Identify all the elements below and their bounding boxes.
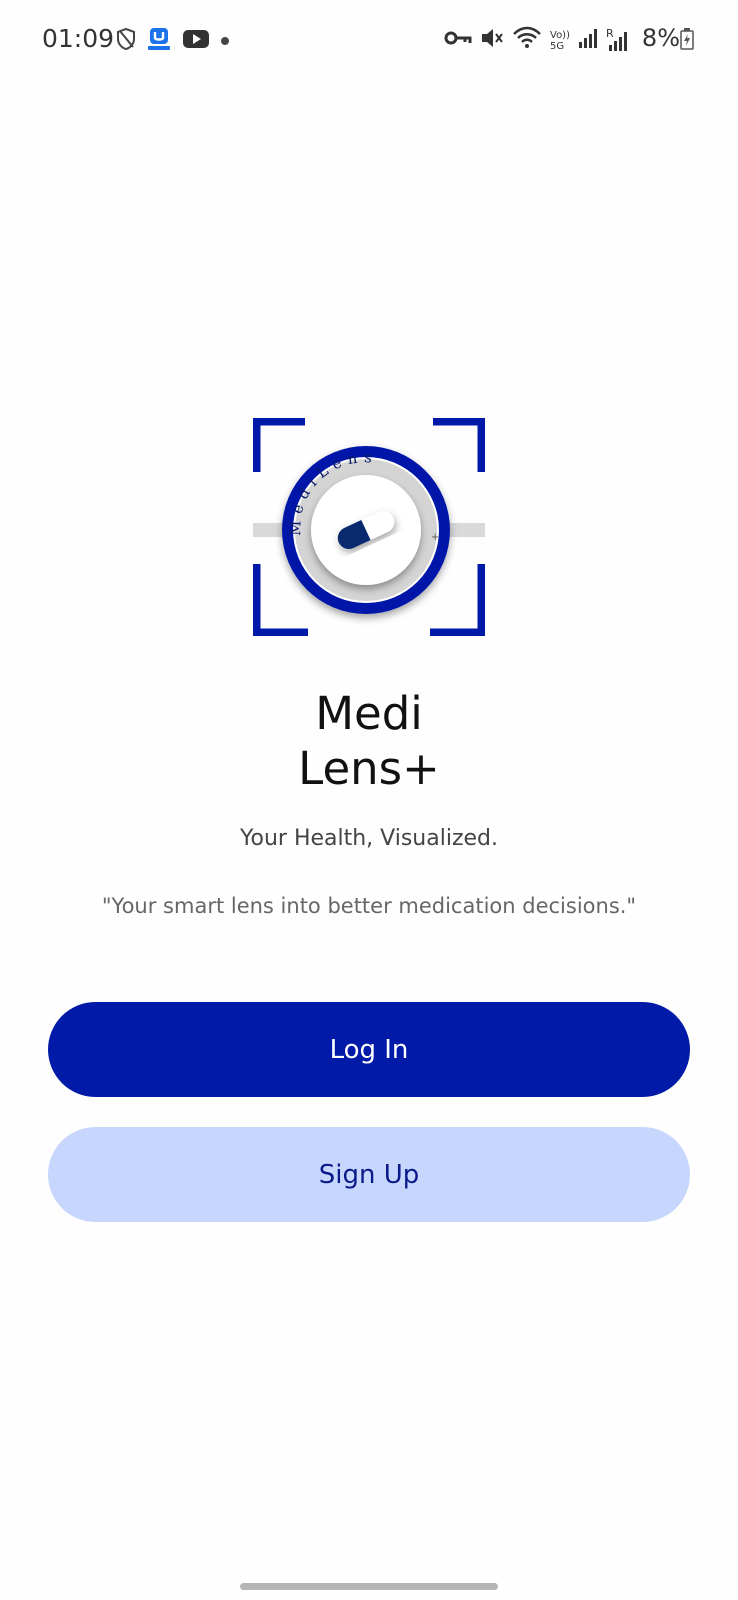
app-title-line1: Medi (315, 687, 423, 740)
app-notification-icon (146, 26, 172, 57)
battery-percent: 8% (641, 24, 680, 52)
app-title-line2: Lens+ (298, 742, 440, 795)
shield-icon (116, 27, 136, 56)
app-title: Medi Lens+ (0, 686, 738, 796)
dot-icon (220, 33, 230, 51)
volte-label: Vo)) (550, 29, 570, 41)
status-left-icons (116, 26, 230, 57)
medilens-logo: MediLens + (251, 416, 487, 638)
status-right-icons: Vo)) 5G R (444, 26, 628, 55)
volte-5g-icon: Vo)) 5G (550, 30, 570, 52)
logo-plus: + (431, 532, 439, 543)
signup-button[interactable]: Sign Up (48, 1127, 690, 1222)
wifi-icon (512, 26, 542, 55)
signal-icon (578, 27, 598, 54)
tagline: Your Health, Visualized. (239, 826, 499, 851)
status-bar: 01:09 Vo)) 5G R 8% (0, 0, 738, 80)
home-indicator[interactable] (240, 1583, 498, 1590)
battery-icon (680, 28, 694, 55)
vpn-key-icon (444, 29, 472, 52)
mute-icon (480, 26, 504, 55)
roaming-signal-icon: R (606, 27, 628, 53)
login-button[interactable]: Log In (48, 1002, 690, 1097)
status-time: 01:09 (42, 24, 115, 53)
quote-text: "Your smart lens into better medication … (101, 894, 637, 918)
network-label: 5G (550, 40, 565, 52)
youtube-icon (182, 28, 210, 55)
